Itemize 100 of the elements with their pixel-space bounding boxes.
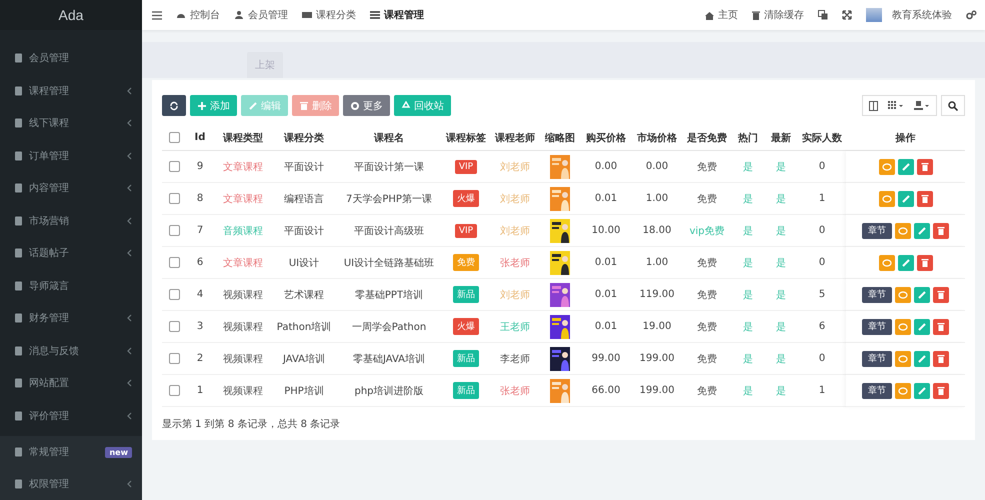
nav-tab[interactable]: 会员管理 [234, 8, 288, 22]
checkbox[interactable] [168, 193, 180, 204]
edit-button[interactable] [898, 158, 914, 174]
delete-button[interactable] [916, 190, 932, 206]
user-menu[interactable]: 教育系统体验 [866, 8, 952, 22]
sidebar-item[interactable]: 权限管理 [0, 468, 142, 500]
pencil-icon [248, 100, 258, 110]
sidebar-item[interactable]: 消息与反馈 [0, 334, 142, 367]
sidebar-item[interactable]: 财务管理 [0, 302, 142, 334]
pencil-icon [917, 354, 927, 364]
nav-tab[interactable]: 控制台 [176, 8, 220, 22]
edit-button[interactable] [914, 382, 930, 398]
sidebar-item[interactable]: 市场营销 [0, 204, 142, 237]
table-cell: 是 [732, 279, 764, 311]
chapter-button[interactable]: 章节 [862, 286, 892, 302]
pencil-icon [917, 226, 927, 236]
table-cell: 是 [764, 215, 798, 247]
course-tag: 火爆 [453, 318, 479, 335]
trash-icon [936, 386, 946, 396]
comment-button[interactable] [878, 254, 894, 270]
comment-icon [898, 226, 908, 236]
table-cell: 7天学会PHP第一课 [336, 183, 442, 215]
sidebar-item[interactable]: 订单管理 [0, 140, 142, 172]
grid-icon [888, 101, 904, 110]
table-cell: 0.01 [580, 279, 632, 311]
table-cell: 张老师 [490, 247, 540, 279]
sidebar-item[interactable]: 会员管理 [0, 42, 142, 74]
sidebar-item[interactable]: 课程管理 [0, 74, 142, 107]
edit-button[interactable] [914, 222, 930, 238]
delete-button[interactable] [933, 222, 949, 238]
chevron-icon [126, 412, 132, 420]
checkbox[interactable] [168, 353, 180, 364]
table-cell: 是 [764, 151, 798, 183]
column-header: 课程类型 [214, 125, 272, 151]
sidebar-item[interactable]: 评价管理 [0, 400, 142, 432]
comment-button[interactable] [895, 350, 911, 366]
table-cell: UI设计 [272, 247, 336, 279]
checkbox[interactable] [168, 161, 180, 172]
table-cell: 是 [764, 247, 798, 279]
checkbox[interactable] [168, 321, 180, 332]
view-toggle-group[interactable] [862, 95, 937, 116]
avatar-icon [866, 8, 882, 22]
chapter-button[interactable]: 章节 [862, 350, 892, 366]
sidebar-item[interactable]: 话题帖子 [0, 237, 142, 270]
delete-button[interactable] [933, 382, 949, 398]
clear-cache-link[interactable]: 清除缓存 [752, 8, 804, 22]
fullscreen-icon[interactable] [842, 10, 852, 20]
table-cell: 免费 [682, 343, 732, 375]
column-header: 热门 [732, 125, 764, 151]
sidebar-item[interactable]: 常规管理 new [0, 436, 142, 468]
table-cell: Pathon培训 [272, 311, 336, 343]
checkbox[interactable] [168, 132, 180, 143]
comment-button[interactable] [895, 318, 911, 334]
table-cell: UI设计全链路基础班 [336, 247, 442, 279]
search-button[interactable] [941, 95, 965, 116]
refresh-button[interactable] [162, 95, 186, 116]
nav-tab[interactable]: 课程分类 [302, 8, 356, 22]
chapter-button[interactable]: 章节 [862, 382, 892, 398]
settings-icon[interactable] [966, 10, 977, 20]
more-button[interactable]: 更多 [343, 95, 390, 116]
sidebar-item[interactable]: 内容管理 [0, 172, 142, 204]
sidebar-item[interactable]: 导师箴言 [0, 270, 142, 302]
home-link[interactable]: 主页 [705, 8, 738, 22]
column-header: 购买价格 [580, 125, 632, 151]
table-cell: 平面设计第一课 [336, 151, 442, 183]
nav-tab[interactable]: 课程管理 [370, 8, 424, 22]
edit-button[interactable] [914, 318, 930, 334]
delete-button[interactable] [933, 350, 949, 366]
table-cell: 99.00 [580, 343, 632, 375]
app-logo[interactable]: Ada [0, 0, 142, 30]
comment-button[interactable] [878, 158, 894, 174]
sidebar-item[interactable]: 线下课程 [0, 107, 142, 140]
chapter-button[interactable]: 章节 [862, 222, 892, 238]
delete-button[interactable] [916, 254, 932, 270]
edit-button[interactable] [898, 254, 914, 270]
edit-button[interactable] [898, 190, 914, 206]
comment-button[interactable] [895, 382, 911, 398]
checkbox[interactable] [168, 257, 180, 268]
edit-button[interactable] [914, 350, 930, 366]
delete-button[interactable] [916, 158, 932, 174]
table-cell: 18.00 [632, 215, 682, 247]
chevron-icon [126, 216, 132, 225]
delete-button[interactable] [933, 318, 949, 334]
table-cell: 1 [186, 375, 214, 407]
checkbox[interactable] [168, 289, 180, 300]
plus-icon [197, 100, 207, 110]
checkbox[interactable] [168, 385, 180, 396]
table-cell: 7 [186, 215, 214, 247]
delete-button[interactable] [933, 286, 949, 302]
edit-button[interactable] [914, 286, 930, 302]
document-icon [14, 346, 23, 356]
comment-button[interactable] [895, 222, 911, 238]
table-cell: 免费 [682, 247, 732, 279]
table-cell: 王老师 [490, 311, 540, 343]
comment-button[interactable] [895, 286, 911, 302]
sidebar-item[interactable]: 网站配置 [0, 367, 142, 400]
table-cell: 是 [764, 311, 798, 343]
checkbox[interactable] [168, 225, 180, 236]
chapter-button[interactable]: 章节 [862, 318, 892, 334]
comment-button[interactable] [878, 190, 894, 206]
